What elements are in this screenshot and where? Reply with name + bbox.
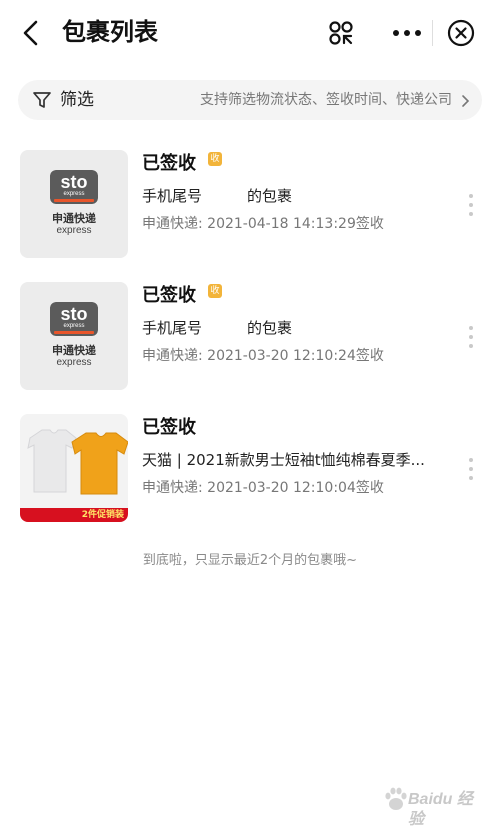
item-more-icon[interactable] xyxy=(466,194,476,216)
filter-bar[interactable]: 筛选 支持筛选物流状态、签收时间、快递公司 xyxy=(18,80,482,120)
package-status: 已签收 xyxy=(142,285,196,306)
package-description: 手机尾号 的包裹 xyxy=(142,187,293,205)
package-description: 手机尾号 的包裹 xyxy=(142,319,293,337)
courier-name-en: express xyxy=(56,225,92,236)
filter-label: 筛选 xyxy=(60,90,94,110)
courier-name-cn: 申通快递 xyxy=(52,344,96,357)
scan-icon[interactable] xyxy=(326,18,356,48)
courier-logo-thumbnail: sto express 申通快递 express xyxy=(20,282,128,390)
package-item[interactable]: 2件促销装 已签收 天猫 | 2021新款男士短袖t恤纯棉春夏季... 申通快递… xyxy=(0,414,500,532)
baidu-paw-icon xyxy=(384,786,408,812)
package-status: 已签收 xyxy=(142,417,196,438)
received-badge: 收 xyxy=(208,152,222,166)
filter-funnel-icon xyxy=(32,90,52,110)
promo-banner: 2件促销装 xyxy=(20,508,128,522)
chevron-right-icon xyxy=(460,93,470,107)
filter-hint-text: 支持筛选物流状态、签收时间、快递公司 xyxy=(200,92,452,108)
more-dots-icon[interactable] xyxy=(390,20,424,46)
page-title: 包裹列表 xyxy=(62,18,158,46)
package-sign-time: 申通快递: 2021-03-20 12:10:24签收 xyxy=(142,348,384,364)
courier-name-en: express xyxy=(56,357,92,368)
sto-logo-icon: sto express xyxy=(50,170,98,204)
close-circle-icon[interactable] xyxy=(446,18,476,48)
package-sign-time: 申通快递: 2021-03-20 12:10:04签收 xyxy=(142,480,384,496)
package-status: 已签收 xyxy=(142,153,196,174)
tshirt-image-icon xyxy=(27,429,128,495)
package-sign-time: 申通快递: 2021-04-18 14:13:29签收 xyxy=(142,216,384,232)
package-item[interactable]: sto express 申通快递 express 已签收 收 手机尾号 的包裹 … xyxy=(0,282,500,400)
courier-logo-thumbnail: sto express 申通快递 express xyxy=(20,150,128,258)
package-description: 天猫 | 2021新款男士短袖t恤纯棉春夏季... xyxy=(142,451,425,469)
header-divider xyxy=(432,20,433,46)
item-more-icon[interactable] xyxy=(466,458,476,480)
sto-logo-icon: sto express xyxy=(50,302,98,336)
received-badge: 收 xyxy=(208,284,222,298)
item-more-icon[interactable] xyxy=(466,326,476,348)
watermark-text: Baidu 经验 xyxy=(408,791,473,828)
end-of-list-note: 到底啦，只显示最近2个月的包裹哦~ xyxy=(142,553,358,568)
baidu-watermark: Baidu 经验 xyxy=(384,780,484,828)
courier-name-cn: 申通快递 xyxy=(52,212,96,225)
header-bar: 包裹列表 xyxy=(0,0,500,66)
product-thumbnail: 2件促销装 xyxy=(20,414,128,522)
back-arrow-icon[interactable] xyxy=(18,18,46,48)
package-item[interactable]: sto express 申通快递 express 已签收 收 手机尾号 的包裹 … xyxy=(0,150,500,268)
